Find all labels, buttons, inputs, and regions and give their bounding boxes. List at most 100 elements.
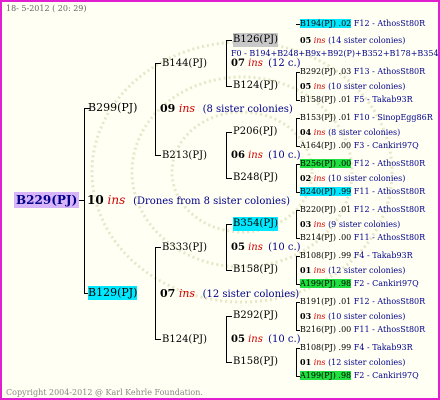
gen4-dest: F12 - AthosSt80R xyxy=(353,159,426,168)
gen4-dest: F12 - AthosSt80R xyxy=(353,19,426,28)
connector-gen2 xyxy=(155,247,156,339)
gen1-year: 09 xyxy=(160,102,176,115)
gen4-year: 04 xyxy=(300,127,312,137)
gen4-info: 03 ins (9 sister colonies) xyxy=(300,217,400,232)
gen1-note: (8 sister colonies) xyxy=(202,104,293,115)
gen3-queen[interactable]: B248(PJ) xyxy=(233,171,278,185)
connector-gen4 xyxy=(296,72,297,100)
gen4-year: 03 xyxy=(300,219,312,229)
connector-gen4 xyxy=(296,118,297,146)
gen1-queen[interactable]: B129(PJ) xyxy=(88,286,138,300)
gen4-queen[interactable]: B194(PJ) .02 xyxy=(300,19,352,28)
gen4-queen[interactable]: A199(PJ) .98 xyxy=(300,371,352,380)
gen2-queen[interactable]: B333(PJ) xyxy=(162,241,207,255)
gen2-info: 05 ins (10 c.) xyxy=(231,241,301,255)
connector-gen2 xyxy=(155,339,161,340)
root-info: 10 ins (Drones from 8 sister colonies) xyxy=(87,193,290,209)
gen4-dest: F10 - SinopEgg86R xyxy=(353,113,433,122)
connector-gen3 xyxy=(226,224,232,225)
gen4-row: B153(PJ) .01 F10 - SinopEgg86R xyxy=(300,111,433,125)
gen4-ins: ins xyxy=(313,358,326,367)
gen4-dest: F2 - Cankiri97Q xyxy=(353,279,419,288)
gen3-queen[interactable]: B292(PJ) xyxy=(233,309,278,323)
insemination-overlay: F0 - B194+B248+B9x+B92(P)+B352+B178+B354 xyxy=(231,49,439,58)
gen2-queen[interactable]: B213(PJ) xyxy=(162,149,207,163)
gen2-queen[interactable]: B124(PJ) xyxy=(162,333,207,347)
gen3-queen[interactable]: B158(PJ) xyxy=(233,355,278,369)
gen4-row: A199(PJ) .98 F2 - Cankiri97Q xyxy=(300,277,419,291)
connector-gen3 xyxy=(226,316,232,317)
gen2-note: (10 c.) xyxy=(268,150,301,161)
connector-gen3 xyxy=(226,40,227,86)
gen4-dest: F11 - AthosSt80R xyxy=(353,325,426,334)
gen4-row: B108(PJ) .99 F4 - Takab93R xyxy=(300,249,413,263)
root-note: (Drones from 8 sister colonies) xyxy=(133,196,290,207)
gen4-queen[interactable]: B191(PJ) .01 xyxy=(300,297,351,306)
gen1-info: 07 ins (12 sister colonies) xyxy=(160,287,299,302)
gen4-queen[interactable]: B292(PJ) .03 xyxy=(300,67,351,76)
connector-gen4 xyxy=(296,164,297,192)
gen2-note: (10 c.) xyxy=(268,334,301,345)
gen4-row: B191(PJ) .01 F12 - AthosSt80R xyxy=(300,295,425,309)
gen4-dest: F11 - AthosSt80R xyxy=(353,187,426,196)
gen4-queen[interactable]: B108(PJ) .99 xyxy=(300,343,351,352)
gen4-dest: F12 - AthosSt80R xyxy=(353,205,426,214)
gen2-year: 05 xyxy=(231,242,245,253)
gen4-year: 01 xyxy=(300,265,312,275)
root-ins: ins xyxy=(107,193,126,207)
gen4-ins: ins xyxy=(313,312,326,321)
gen4-note: (8 sister colonies) xyxy=(328,128,401,137)
gen4-queen[interactable]: B214(PJ) .00 xyxy=(300,233,351,242)
gen4-queen[interactable]: A199(PJ) .98 xyxy=(300,279,352,288)
gen2-info: 05 ins (10 c.) xyxy=(231,333,301,347)
connector-gen2 xyxy=(155,63,156,155)
gen4-queen[interactable]: B158(PJ) .01 xyxy=(300,95,351,104)
gen3-queen[interactable]: P206(PJ) xyxy=(233,125,277,139)
gen4-year: 05 xyxy=(300,35,312,45)
gen4-queen[interactable]: A164(PJ) .00 xyxy=(300,141,351,150)
gen4-row: B240(PJ) .99 F11 - AthosSt80R xyxy=(300,185,425,199)
gen4-queen[interactable]: B256(PJ) .00 xyxy=(300,159,352,168)
gen4-dest: F5 - Takab93R xyxy=(353,95,413,104)
gen4-info: 01 ins (12 sister colonies) xyxy=(300,355,405,370)
gen4-info: 02 ins (10 sister colonies) xyxy=(300,171,405,186)
gen4-row: B158(PJ) .01 F5 - Takab93R xyxy=(300,93,413,107)
gen4-queen[interactable]: B240(PJ) .99 xyxy=(300,187,352,196)
gen4-row: B216(PJ) .00 F11 - AthosSt80R xyxy=(300,323,425,337)
gen4-year: 01 xyxy=(300,357,312,367)
gen4-dest: F12 - AthosSt80R xyxy=(353,297,426,306)
gen4-row: B194(PJ) .02 F12 - AthosSt80R xyxy=(300,17,425,31)
gen4-ins: ins xyxy=(313,128,326,137)
root-queen[interactable]: B229(PJ) xyxy=(14,192,80,208)
gen4-queen[interactable]: B220(PJ) .01 xyxy=(300,205,351,214)
gen1-note: (12 sister colonies) xyxy=(202,289,300,300)
gen4-ins: ins xyxy=(313,174,326,183)
gen4-note: (12 sister colonies) xyxy=(328,358,406,367)
gen4-info: 03 ins (10 sister colonies) xyxy=(300,309,405,324)
root-year: 10 xyxy=(87,193,104,207)
gen1-queen[interactable]: B299(PJ) xyxy=(88,101,137,115)
connector-gen3 xyxy=(226,270,232,271)
gen4-row: B220(PJ) .01 F12 - AthosSt80R xyxy=(300,203,425,217)
gen3-queen[interactable]: B124(PJ) xyxy=(233,79,278,93)
gen1-year: 07 xyxy=(160,287,176,300)
gen4-info: 04 ins (8 sister colonies) xyxy=(300,125,400,140)
gen4-queen[interactable]: B216(PJ) .00 xyxy=(300,325,351,334)
gen1-ins: ins xyxy=(178,287,196,300)
gen4-note: (12 sister colonies) xyxy=(328,266,406,275)
connector-gen3 xyxy=(226,316,227,362)
gen4-dest: F13 - AthosSt80R xyxy=(353,67,426,76)
connector-gen3 xyxy=(226,362,232,363)
gen2-queen[interactable]: B144(PJ) xyxy=(162,57,207,71)
gen3-queen[interactable]: B126(PJ) xyxy=(233,33,278,47)
connector-gen3 xyxy=(226,132,232,133)
connector-gen4 xyxy=(296,302,297,330)
gen3-queen[interactable]: B158(PJ) xyxy=(233,263,278,277)
gen4-ins: ins xyxy=(313,220,326,229)
gen4-row: A199(PJ) .98 F2 - Cankiri97Q xyxy=(300,369,419,383)
gen4-dest: F11 - AthosSt80R xyxy=(353,233,426,242)
gen4-info: 01 ins (12 sister colonies) xyxy=(300,263,405,278)
gen4-queen[interactable]: B108(PJ) .99 xyxy=(300,251,351,260)
gen4-queen[interactable]: B153(PJ) .01 xyxy=(300,113,351,122)
gen3-queen[interactable]: B354(PJ) xyxy=(233,217,278,231)
